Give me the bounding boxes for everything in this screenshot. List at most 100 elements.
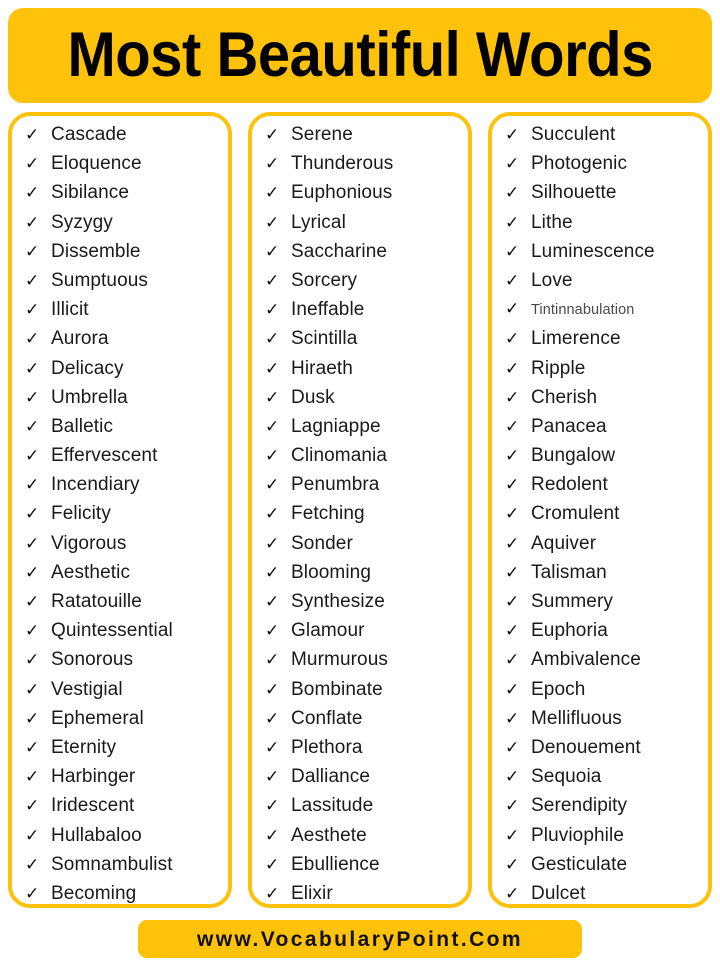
word-label: Effervescent [51, 445, 158, 467]
check-icon: ✓ [505, 183, 520, 203]
check-icon: ✓ [505, 708, 520, 728]
check-icon: ✓ [265, 737, 280, 757]
word-label: Serene [291, 124, 353, 145]
word-list-item: ✓ Saccharine [262, 242, 462, 271]
footer-website-banner[interactable]: www.VocabularyPoint.Com [138, 920, 582, 958]
check-icon: ✓ [505, 504, 520, 524]
check-icon: ✓ [25, 621, 40, 641]
word-list-item: ✓ Limerence [502, 329, 702, 358]
word-list-item: ✓ Eternity [22, 738, 222, 767]
word-list-item: ✓ Synthesize [262, 592, 462, 621]
check-icon: ✓ [265, 650, 280, 670]
word-list-item: ✓ Blooming [262, 563, 462, 592]
word-label: Euphoria [531, 620, 608, 642]
word-list-item: ✓ Incendiary [22, 475, 222, 504]
word-list-item: ✓ Dusk [262, 388, 462, 417]
word-list-item: ✓ Euphoria [502, 621, 702, 650]
check-icon: ✓ [265, 154, 280, 174]
page-title: Most Beautiful Words [67, 20, 653, 90]
check-icon: ✓ [25, 270, 40, 290]
check-icon: ✓ [505, 416, 520, 436]
check-icon: ✓ [505, 241, 520, 261]
check-icon: ✓ [25, 737, 40, 757]
check-icon: ✓ [505, 650, 520, 670]
check-icon: ✓ [505, 533, 520, 553]
check-icon: ✓ [265, 358, 280, 378]
word-label: Bombinate [291, 678, 383, 700]
word-list-item: ✓ Ripple [502, 359, 702, 388]
word-list-item: ✓ Effervescent [22, 446, 222, 475]
word-list-item: ✓ Vigorous [22, 534, 222, 563]
check-icon: ✓ [265, 621, 280, 641]
check-icon: ✓ [25, 883, 40, 903]
check-icon: ✓ [25, 708, 40, 728]
check-icon: ✓ [265, 854, 280, 874]
check-icon: ✓ [25, 358, 40, 378]
check-icon: ✓ [505, 299, 520, 319]
word-label: Sequoia [531, 766, 602, 788]
check-icon: ✓ [265, 796, 280, 816]
check-icon: ✓ [505, 796, 520, 816]
word-list-item: ✓ Fetching [262, 504, 462, 533]
check-icon: ✓ [25, 329, 40, 349]
word-list-item: ✓ Aesthete [262, 826, 462, 855]
word-label: Blooming [291, 561, 372, 583]
check-icon: ✓ [265, 416, 280, 436]
word-label: Delicacy [51, 357, 124, 379]
word-label: Aquiver [531, 532, 597, 554]
word-list-item: ✓ Somnambulist [22, 855, 222, 884]
word-list-item: ✓ Denouement [502, 738, 702, 767]
word-list-item: ✓ Tintinnabulation [502, 300, 702, 329]
word-label: Vestigial [51, 678, 123, 700]
check-icon: ✓ [505, 446, 520, 466]
check-icon: ✓ [505, 125, 520, 144]
check-icon: ✓ [265, 504, 280, 524]
check-icon: ✓ [25, 446, 40, 466]
check-icon: ✓ [25, 679, 40, 699]
word-list-item: ✓ Photogenic [502, 154, 702, 183]
check-icon: ✓ [265, 708, 280, 728]
check-icon: ✓ [25, 183, 40, 203]
word-label: Saccharine [291, 240, 388, 262]
check-icon: ✓ [265, 533, 280, 553]
check-icon: ✓ [265, 475, 280, 495]
word-list-item: ✓ Ephemeral [22, 709, 222, 738]
word-label: Photogenic [531, 153, 628, 175]
word-list-item: ✓ Umbrella [22, 388, 222, 417]
word-label: Dulcet [531, 882, 586, 904]
word-list-item: ✓ Hullabaloo [22, 826, 222, 855]
word-list-item: ✓ Bombinate [262, 680, 462, 709]
word-list-item: ✓ Lyrical [262, 213, 462, 242]
word-list-item: ✓ Gesticulate [502, 855, 702, 884]
word-list-item: ✓ Luminescence [502, 242, 702, 271]
word-label: Penumbra [291, 474, 380, 496]
word-label: Aurora [51, 328, 109, 350]
word-column-1: ✓ Cascade ✓ Eloquence ✓ Sibilance ✓ Syzygy ✓ Diss… [8, 112, 232, 908]
word-list-item: ✓ Panacea [502, 417, 702, 446]
check-icon: ✓ [505, 854, 520, 874]
word-list-item: ✓ Scintilla [262, 329, 462, 358]
word-list-item: ✓ Sibilance [22, 183, 222, 212]
word-list-item: ✓ Serene [262, 125, 462, 154]
word-label: Harbinger [51, 766, 136, 788]
check-icon: ✓ [25, 562, 40, 582]
word-label: Ratatouille [51, 591, 142, 612]
word-label: Luminescence [531, 240, 655, 262]
check-icon: ✓ [265, 446, 280, 466]
word-label: Tintinnabulation [531, 302, 635, 319]
check-icon: ✓ [505, 387, 520, 407]
check-icon: ✓ [25, 533, 40, 553]
word-list-item: ✓ Summery [502, 592, 702, 621]
word-label: Somnambulist [51, 853, 173, 875]
word-list-item: ✓ Murmurous [262, 650, 462, 679]
check-icon: ✓ [25, 416, 40, 436]
word-label: Fetching [291, 503, 365, 525]
check-icon: ✓ [25, 825, 40, 845]
check-icon: ✓ [265, 883, 280, 903]
word-list-item: ✓ Thunderous [262, 154, 462, 183]
word-list-item: ✓ Sumptuous [22, 271, 222, 300]
check-icon: ✓ [265, 270, 280, 290]
check-icon: ✓ [25, 796, 40, 816]
word-list-item: ✓ Bungalow [502, 446, 702, 475]
word-label: Sonorous [51, 649, 134, 671]
